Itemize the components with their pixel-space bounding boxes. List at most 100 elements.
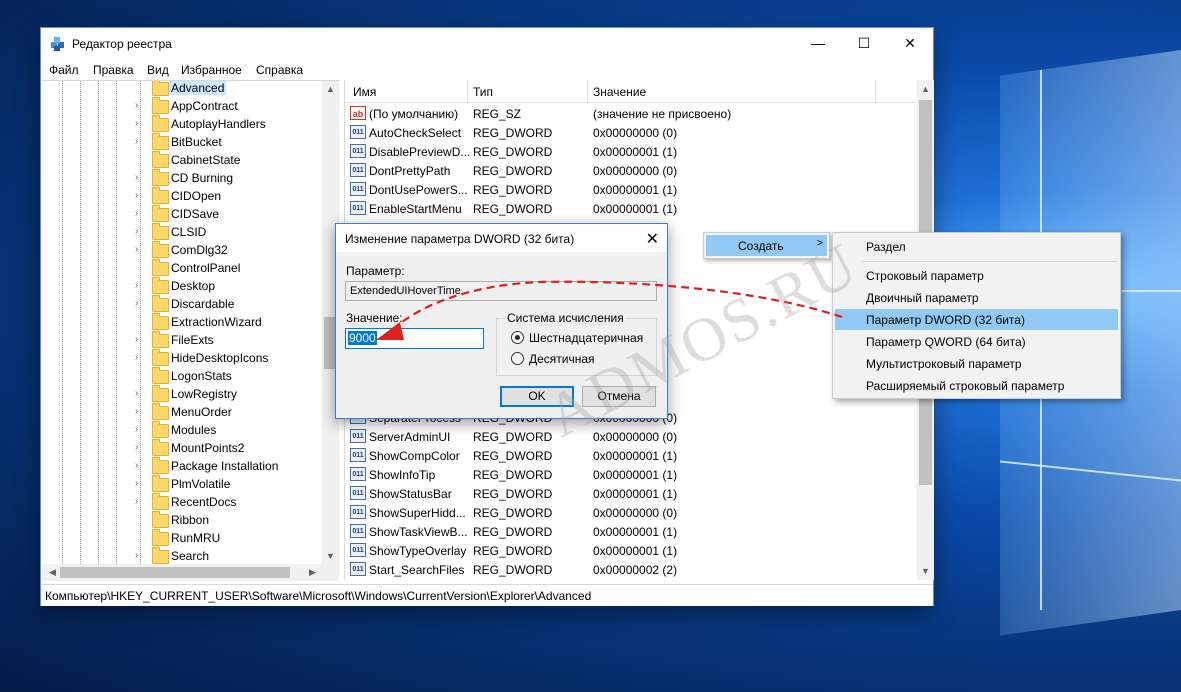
tree-item[interactable]: › AutoplayHandlers <box>42 115 322 134</box>
expand-chevron-icon[interactable]: › <box>135 191 145 201</box>
expand-chevron-icon[interactable]: › <box>135 101 145 111</box>
submenu-item-binary[interactable]: Двоичный параметр <box>835 287 1118 308</box>
submenu-item-dword[interactable]: Параметр DWORD (32 бита) <box>835 309 1118 330</box>
tree-item[interactable]: › AppContract <box>42 97 322 116</box>
table-row[interactable]: 011 ShowTaskViewB... REG_DWORD 0x00000001 (… <box>345 522 917 541</box>
submenu-item-expandable-string[interactable]: Расширяемый строковый параметр <box>835 375 1118 396</box>
column-name[interactable]: Имя <box>353 85 376 99</box>
tree-item[interactable]: › ComDlg32 <box>42 241 322 260</box>
value-input[interactable]: 9000 <box>345 328 484 349</box>
expand-chevron-icon[interactable]: › <box>135 299 145 309</box>
scroll-down-icon[interactable]: ▼ <box>322 551 339 561</box>
tree-item[interactable]: › RecentDocs <box>42 493 322 512</box>
tree-item[interactable]: › Package Installation <box>42 457 322 476</box>
table-row[interactable]: 011 EnableStartMenu REG_DWORD 0x00000001 (1… <box>345 199 917 218</box>
menu-file[interactable]: Файл <box>49 63 79 77</box>
tree-item[interactable]: CabinetState <box>42 151 322 170</box>
menu-help[interactable]: Справка <box>256 63 303 77</box>
expand-chevron-icon[interactable] <box>135 515 145 525</box>
tree-item[interactable]: › Modules <box>42 421 322 440</box>
scroll-right-icon[interactable]: ▶ <box>304 567 321 578</box>
tree-item[interactable]: › CIDOpen <box>42 187 322 206</box>
scroll-down-icon[interactable]: ▼ <box>917 566 934 576</box>
expand-chevron-icon[interactable]: › <box>135 425 145 435</box>
expand-chevron-icon[interactable] <box>135 533 145 543</box>
tree-item[interactable]: › LowRegistry <box>42 385 322 404</box>
expand-chevron-icon[interactable]: › <box>135 173 145 183</box>
table-row[interactable]: 011 ServerAdminUI REG_DWORD 0x00000000 (0) <box>345 427 917 446</box>
scroll-up-icon[interactable]: ▲ <box>322 84 339 94</box>
tree-item[interactable]: › CD Burning <box>42 169 322 188</box>
expand-chevron-icon[interactable]: › <box>135 209 145 219</box>
expand-chevron-icon[interactable]: › <box>135 227 145 237</box>
expand-chevron-icon[interactable]: › <box>135 461 145 471</box>
expand-chevron-icon[interactable]: › <box>135 443 145 453</box>
scroll-left-icon[interactable]: ◀ <box>44 567 61 578</box>
table-row[interactable]: 011 AutoCheckSelect REG_DWORD 0x00000000 (0… <box>345 123 917 142</box>
tree-item[interactable]: › Desktop <box>42 277 322 296</box>
expand-chevron-icon[interactable] <box>135 371 145 381</box>
table-row[interactable]: 011 ShowSuperHidd... REG_DWORD 0x00000000 (… <box>345 503 917 522</box>
tree-item[interactable]: Ribbon <box>42 511 322 530</box>
tree-item[interactable]: › FileExts <box>42 331 322 350</box>
expand-chevron-icon[interactable]: › <box>135 389 145 399</box>
expand-chevron-icon[interactable] <box>135 83 145 93</box>
close-button[interactable]: ✕ <box>887 28 933 58</box>
table-row[interactable]: 011 DisablePreviewD... REG_DWORD 0x00000001… <box>345 142 917 161</box>
table-row[interactable]: ab (По умолчанию) REG_SZ (значение не присв… <box>345 104 917 123</box>
expand-chevron-icon[interactable]: › <box>135 479 145 489</box>
expand-chevron-icon[interactable]: › <box>135 353 145 363</box>
tree-item[interactable]: ControlPanel <box>42 259 322 278</box>
expand-chevron-icon[interactable]: › <box>135 245 145 255</box>
table-row[interactable]: 011 ShowCompColor REG_DWORD 0x00000001 (1) <box>345 446 917 465</box>
column-type[interactable]: Тип <box>473 85 493 99</box>
tree-item[interactable]: › CIDSave <box>42 205 322 224</box>
tree-item[interactable]: Advanced <box>42 81 322 98</box>
tree-item[interactable]: › HideDesktopIcons <box>42 349 322 368</box>
menu-view[interactable]: Вид <box>147 63 169 77</box>
tree-horizontal-scrollbar[interactable]: ◀ ▶ <box>42 564 339 581</box>
column-divider[interactable] <box>875 80 876 102</box>
tree-item[interactable]: ExtractionWizard <box>42 313 322 332</box>
dialog-close-icon[interactable]: ✕ <box>646 229 659 249</box>
expand-chevron-icon[interactable]: › <box>135 281 145 291</box>
minimize-button[interactable]: — <box>795 28 841 58</box>
tree-item[interactable]: › CLSID <box>42 223 322 242</box>
expand-chevron-icon[interactable]: › <box>135 407 145 417</box>
dialog-title-bar[interactable]: Изменение параметра DWORD (32 бита) ✕ <box>336 224 667 252</box>
expand-chevron-icon[interactable] <box>135 155 145 165</box>
maximize-button[interactable]: ☐ <box>841 28 887 58</box>
tree-item[interactable]: › Search <box>42 547 322 564</box>
column-value[interactable]: Значение <box>593 85 646 99</box>
menu-favorites[interactable]: Избранное <box>181 63 242 77</box>
submenu-item-string[interactable]: Строковый параметр <box>835 265 1118 286</box>
submenu-item-key[interactable]: Раздел <box>835 236 1118 257</box>
table-row[interactable]: 011 DontPrettyPath REG_DWORD 0x00000000 (0) <box>345 161 917 180</box>
expand-chevron-icon[interactable]: › <box>135 497 145 507</box>
tree-item[interactable]: LogonStats <box>42 367 322 386</box>
submenu-item-qword[interactable]: Параметр QWORD (64 бита) <box>835 331 1118 352</box>
table-row[interactable]: 011 ShowTypeOverlay REG_DWORD 0x00000001 (1… <box>345 541 917 560</box>
expand-chevron-icon[interactable] <box>135 263 145 273</box>
tree-hscroll-thumb[interactable] <box>60 567 290 578</box>
title-bar[interactable]: Редактор реестра — ☐ ✕ <box>41 28 933 60</box>
menu-edit[interactable]: Правка <box>93 63 134 77</box>
expand-chevron-icon[interactable] <box>135 317 145 327</box>
table-row[interactable]: 011 ShowStatusBar REG_DWORD 0x00000001 (1) <box>345 484 917 503</box>
expand-chevron-icon[interactable]: › <box>135 119 145 129</box>
expand-chevron-icon[interactable]: › <box>135 335 145 345</box>
radio-hex[interactable] <box>511 331 524 344</box>
submenu-item-multistring[interactable]: Мультистроковый параметр <box>835 353 1118 374</box>
scroll-up-icon[interactable]: ▲ <box>917 84 934 94</box>
column-divider[interactable] <box>587 80 588 102</box>
tree-item[interactable]: › Discardable <box>42 295 322 314</box>
tree-item[interactable]: › MountPoints2 <box>42 439 322 458</box>
radio-decimal[interactable] <box>511 352 524 365</box>
table-row[interactable]: 011 DontUsePowerS... REG_DWORD 0x00000001 (… <box>345 180 917 199</box>
table-row[interactable]: 011 Start_SearchFiles REG_DWORD 0x00000002 … <box>345 560 917 579</box>
tree-item[interactable]: › MenuOrder <box>42 403 322 422</box>
tree-item[interactable]: RunMRU <box>42 529 322 548</box>
expand-chevron-icon[interactable]: › <box>135 137 145 147</box>
table-row[interactable]: 011 ShowInfoTip REG_DWORD 0x00000001 (1) <box>345 465 917 484</box>
column-divider[interactable] <box>467 80 468 102</box>
